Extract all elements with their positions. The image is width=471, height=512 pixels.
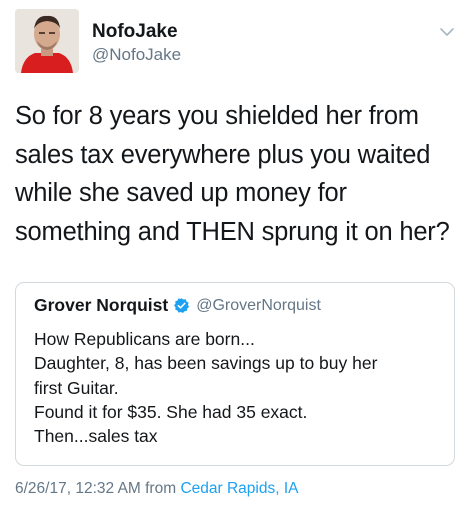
author-display-name[interactable]: NofoJake [92,21,181,43]
verified-badge-icon [173,297,190,314]
author-names: NofoJake @NofoJake [92,21,181,66]
quoted-author-handle: @GroverNorquist [196,296,321,314]
quoted-tweet-text: How Republicans are born... Daughter, 8,… [34,327,377,448]
tweet-text-line: while she saved up money for [15,179,347,208]
chevron-down-icon[interactable] [440,24,454,36]
quoted-author-display-name: Grover Norquist [34,295,169,315]
quoted-text-line: How Republicans are born... [34,329,255,349]
avatar-image [15,9,79,73]
timestamp: 6/26/17, 12:32 AM from [15,480,177,497]
quoted-text-line: Then...sales tax [34,426,158,447]
avatar[interactable] [15,9,79,73]
tweet-meta: 6/26/17, 12:32 AM from Cedar Rapids, IA [15,480,298,498]
quoted-text-line: Found it for $35. She had 35 exact. [34,401,308,422]
tweet-text-line: sales tax everywhere plus you waited [15,140,431,169]
quoted-tweet-card[interactable]: Grover Norquist @GroverNorquist How Repu… [15,282,455,466]
tweet-header: NofoJake @NofoJake [15,9,460,77]
author-handle[interactable]: @NofoJake [92,44,181,66]
tweet: NofoJake @NofoJake So for 8 years you sh… [0,0,471,512]
tweet-text: So for 8 years you shielded her from sal… [15,97,460,252]
quoted-text-line: Daughter, 8, has been savings up to buy … [34,353,378,374]
tweet-text-line: So for 8 years you shielded her from [15,102,419,130]
location-link[interactable]: Cedar Rapids, IA [180,480,298,497]
quoted-text-line: first Guitar. [34,377,119,398]
tweet-text-line: something and THEN sprung it on her? [15,218,450,247]
quoted-tweet-header: Grover Norquist @GroverNorquist [34,295,321,316]
